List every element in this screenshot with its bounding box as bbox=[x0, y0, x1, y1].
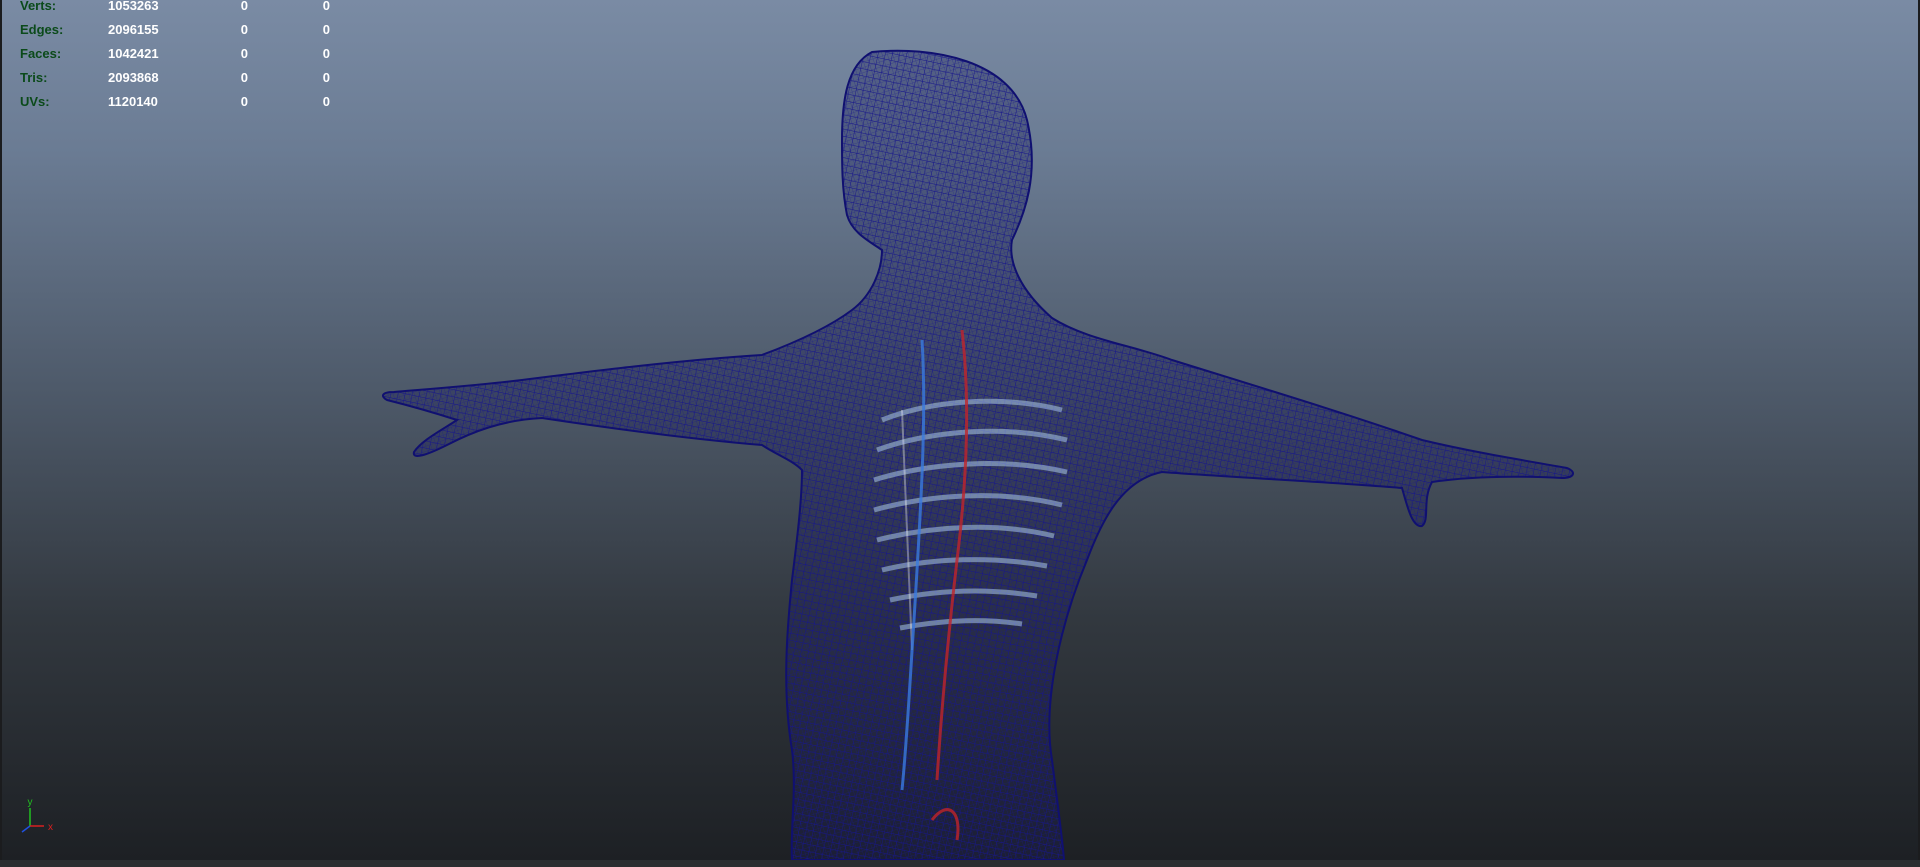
viewport-bottom-border bbox=[0, 860, 1920, 867]
x-axis-label: x bbox=[48, 822, 53, 833]
3d-viewport[interactable]: Verts: 1053263 0 0 Edges: 2096155 0 0 Fa… bbox=[2, 0, 1918, 861]
y-axis-label: y bbox=[28, 797, 33, 808]
wireframe-human-model[interactable] bbox=[2, 0, 1918, 860]
axis-gizmo: y x bbox=[21, 797, 53, 833]
z-axis-line bbox=[21, 825, 31, 833]
